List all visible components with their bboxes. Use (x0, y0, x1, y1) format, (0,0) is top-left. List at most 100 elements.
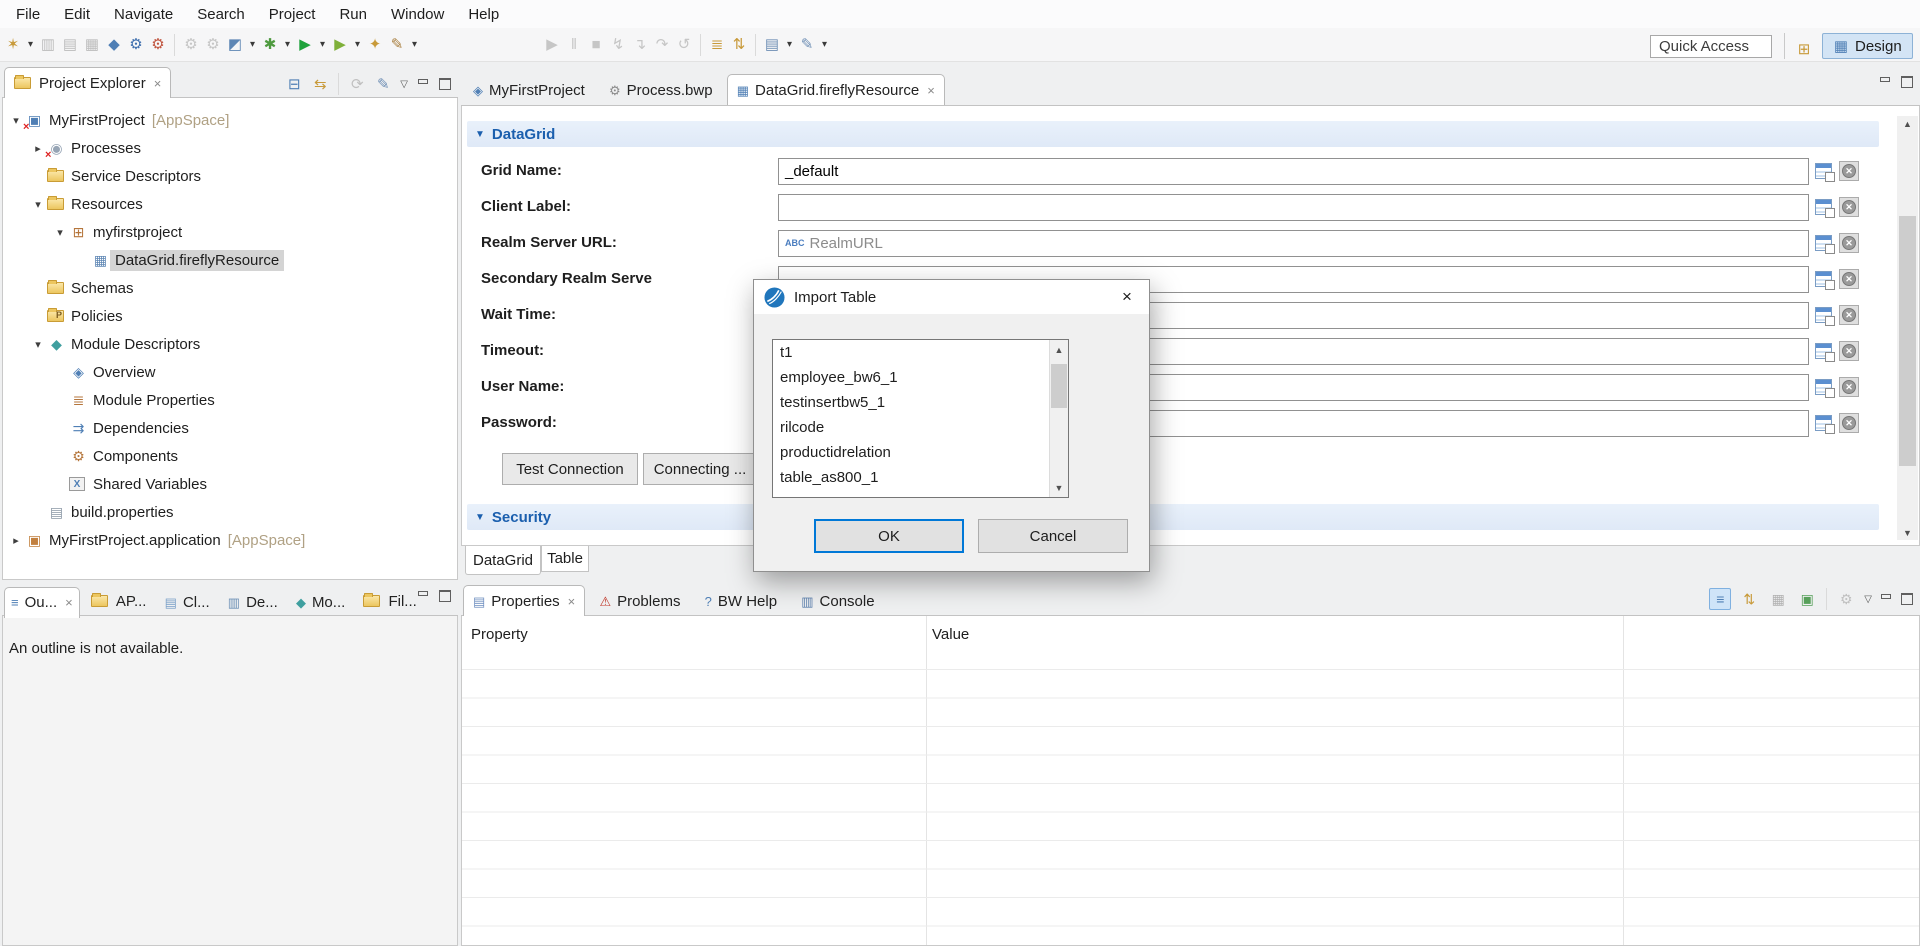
tree-item-datagrid-fireflyresource[interactable]: ▦DataGrid.fireflyResource (3, 246, 457, 274)
maximize-icon[interactable] (1900, 76, 1914, 88)
debug-icon[interactable]: ✱ (259, 33, 281, 57)
list-item[interactable]: productidrelation (773, 440, 1068, 465)
editor-vertical-scrollbar[interactable]: ▲ ▼ (1897, 116, 1918, 540)
admin-user-icon[interactable]: ⚙ (125, 33, 147, 57)
expanded-arrow-icon[interactable]: ▾ (29, 198, 47, 211)
tab-project-explorer[interactable]: Project Explorer × (4, 67, 171, 98)
close-icon[interactable]: × (927, 83, 935, 98)
measure-icon[interactable]: ◩ (224, 33, 246, 57)
link-with-editor-icon[interactable]: ⇆ (311, 72, 329, 96)
module-property-picker-icon[interactable] (1815, 415, 1832, 431)
scroll-up-icon[interactable]: ▲ (1897, 116, 1918, 131)
ok-button[interactable]: OK (814, 519, 964, 553)
editor-tab-myfirstproject[interactable]: ◈ MyFirstProject (463, 74, 595, 105)
expanded-arrow-icon[interactable]: ▾ (29, 338, 47, 351)
tree-item-policies[interactable]: Policies (3, 302, 457, 330)
page-tab-table[interactable]: Table (541, 546, 589, 572)
test-connection-button[interactable]: Test Connection (502, 453, 638, 485)
step-into-icon[interactable]: ↴ (629, 33, 651, 57)
show-categories-icon[interactable]: ≡ (1709, 588, 1731, 610)
module-property-picker-icon[interactable] (1815, 271, 1832, 287)
focus-working-set-icon[interactable]: ⟳ (348, 72, 366, 96)
scroll-up-icon[interactable]: ▲ (1050, 342, 1068, 357)
tab-api-explorer[interactable]: AP... (84, 585, 154, 616)
tab-deployment[interactable]: ▥De... (221, 587, 285, 618)
brush-icon[interactable]: ✎ (386, 33, 408, 57)
minimize-icon[interactable] (416, 78, 430, 90)
clear-field-icon[interactable]: ✕ (1839, 161, 1859, 181)
tab-cloud[interactable]: ▤Cl... (158, 587, 217, 618)
minimize-icon[interactable] (416, 590, 430, 602)
view-menu-icon[interactable]: ▽ (400, 79, 408, 90)
grid-name-input[interactable]: _default (778, 158, 1809, 185)
tab-file-search[interactable]: Fil... (356, 585, 423, 616)
brush-dropdown-icon[interactable]: ▾ (408, 33, 421, 57)
profile-dropdown-icon[interactable]: ▾ (351, 33, 364, 57)
datagrid-section-header[interactable]: ▼ DataGrid (467, 121, 1879, 147)
tree-item-module-descriptors[interactable]: ▾◆Module Descriptors (3, 330, 457, 358)
tree-item-myfirstproject-folder[interactable]: ▾⊞myfirstproject (3, 218, 457, 246)
watch-list-icon[interactable]: ▤ (761, 33, 783, 57)
debug-dropdown-icon[interactable]: ▾ (281, 33, 294, 57)
tab-problems[interactable]: ⚠Problems (589, 585, 690, 616)
security-section-header[interactable]: ▼ Security (467, 504, 1879, 530)
watch-list-dropdown-icon[interactable]: ▾ (783, 33, 796, 57)
build-gear-icon[interactable]: ⚙ (180, 33, 202, 57)
tree-item-build-properties[interactable]: ▤build.properties (3, 498, 457, 526)
tab-bw-help[interactable]: ?BW Help (695, 585, 787, 616)
connecting-button[interactable]: Connecting ... (643, 453, 757, 485)
profile-icon[interactable]: ▶ (329, 33, 351, 57)
tree-item-resources[interactable]: ▾Resources (3, 190, 457, 218)
show-advanced-icon[interactable]: ⇅ (1738, 588, 1760, 610)
menu-window[interactable]: Window (379, 0, 456, 28)
maximize-icon[interactable] (438, 590, 452, 602)
tab-modules[interactable]: ◆Mo... (289, 587, 352, 618)
scrollbar-thumb[interactable] (1899, 216, 1916, 466)
realm-server-url-input[interactable]: ABCRealmURL (778, 230, 1809, 257)
menu-project[interactable]: Project (257, 0, 328, 28)
disconnect-icon[interactable]: ↯ (607, 33, 629, 57)
bw-admin-icon[interactable]: ⚙ (147, 33, 169, 57)
quick-access-input[interactable]: Quick Access (1650, 35, 1772, 58)
list-scrollbar[interactable]: ▲ ▼ (1049, 340, 1068, 497)
module-property-picker-icon[interactable] (1815, 343, 1832, 359)
tab-properties[interactable]: ▤ Properties × (463, 585, 585, 616)
clear-field-icon[interactable]: ✕ (1839, 305, 1859, 325)
save-icon[interactable]: ▥ (37, 33, 59, 57)
watch-edit-dropdown-icon[interactable]: ▾ (818, 33, 831, 57)
run-dropdown-icon[interactable]: ▾ (316, 33, 329, 57)
maximize-icon[interactable] (1900, 593, 1914, 605)
module-property-picker-icon[interactable] (1815, 199, 1832, 215)
tab-console[interactable]: ▥Console (791, 585, 884, 616)
save-all-icon[interactable]: ▤ (59, 33, 81, 57)
resume-icon[interactable]: ▶ (541, 33, 563, 57)
clear-field-icon[interactable]: ✕ (1839, 377, 1859, 397)
module-property-picker-icon[interactable] (1815, 163, 1832, 179)
list-item[interactable]: table_as800_1 (773, 465, 1068, 490)
tree-item-module-properties[interactable]: ≣Module Properties (3, 386, 457, 414)
tab-outline[interactable]: ≡ Ou... × (4, 587, 80, 618)
table-list[interactable]: t1 employee_bw6_1 testinsertbw5_1 rilcod… (772, 339, 1069, 498)
dialog-close-icon[interactable]: × (1105, 280, 1149, 314)
close-icon[interactable]: × (65, 595, 73, 610)
module-property-picker-icon[interactable] (1815, 307, 1832, 323)
menu-file[interactable]: File (4, 0, 52, 28)
scrollbar-thumb[interactable] (1051, 364, 1067, 408)
show-selected-icon[interactable]: ≣ (706, 33, 728, 57)
minimize-icon[interactable] (1878, 76, 1892, 88)
scroll-down-icon[interactable]: ▼ (1050, 480, 1068, 495)
cancel-button[interactable]: Cancel (978, 519, 1128, 553)
tree-item-shared-variables[interactable]: XShared Variables (3, 470, 457, 498)
collapsed-arrow-icon[interactable]: ▸ (7, 534, 25, 547)
step-return-icon[interactable]: ↺ (673, 33, 695, 57)
watch-edit-icon[interactable]: ✎ (796, 33, 818, 57)
clear-field-icon[interactable]: ✕ (1839, 341, 1859, 361)
pause-icon[interactable]: ‖ (563, 33, 585, 57)
stop-icon[interactable]: ■ (585, 33, 607, 57)
list-item[interactable]: t1 (773, 340, 1068, 365)
maximize-icon[interactable] (438, 78, 452, 90)
menu-edit[interactable]: Edit (52, 0, 102, 28)
print-icon[interactable]: ▦ (81, 33, 103, 57)
tree-item-service-descriptors[interactable]: Service Descriptors (3, 162, 457, 190)
module-property-picker-icon[interactable] (1815, 379, 1832, 395)
